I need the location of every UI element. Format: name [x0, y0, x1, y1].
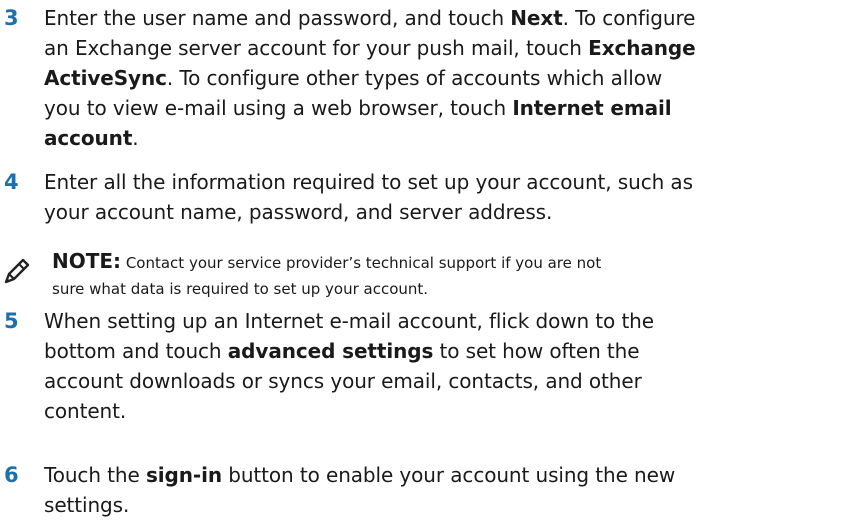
step-number: 6	[4, 463, 19, 487]
bold-term: Next	[510, 6, 563, 30]
note-label: NOTE:	[52, 249, 122, 273]
step-text: Touch the sign-in button to enable your …	[44, 460, 839, 520]
pencil-note-icon	[4, 258, 30, 284]
text-line: When setting up an Internet e-mail accou…	[44, 309, 654, 333]
text-line: Enter the user name and password, and to…	[44, 6, 696, 30]
bold-term: account	[44, 126, 133, 150]
note-line: sure what data is required to set up you…	[52, 280, 429, 298]
step-text: Enter the user name and password, and to…	[44, 3, 839, 153]
text-line: content.	[44, 399, 127, 423]
text-line: account downloads or syncs your email, c…	[44, 369, 642, 393]
note-text: NOTE: Contact your service provider’s te…	[52, 248, 842, 302]
text-line: settings.	[44, 493, 130, 517]
text-line: you to view e-mail using a web browser, …	[44, 96, 672, 120]
manual-page: 3 Enter the user name and password, and …	[0, 0, 845, 526]
text-line: ActiveSync. To configure other types of …	[44, 66, 663, 90]
text-line: account.	[44, 126, 139, 150]
text-line: your account name, password, and server …	[44, 200, 553, 224]
bold-term: ActiveSync	[44, 66, 167, 90]
step-text: When setting up an Internet e-mail accou…	[44, 306, 839, 426]
text-line: bottom and touch advanced settings to se…	[44, 339, 640, 363]
text-line: Enter all the information required to se…	[44, 170, 693, 194]
text-line: Touch the sign-in button to enable your …	[44, 463, 676, 487]
step-number: 5	[4, 309, 19, 333]
text-line: an Exchange server account for your push…	[44, 36, 696, 60]
bold-term: advanced settings	[227, 339, 434, 363]
bold-term: Internet email	[512, 96, 672, 120]
bold-term: Exchange	[588, 36, 696, 60]
step-text: Enter all the information required to se…	[44, 167, 839, 227]
note-line: Contact your service provider’s technica…	[125, 254, 602, 272]
step-number: 4	[4, 170, 19, 194]
step-number: 3	[4, 6, 19, 30]
bold-term: sign-in	[145, 463, 222, 487]
